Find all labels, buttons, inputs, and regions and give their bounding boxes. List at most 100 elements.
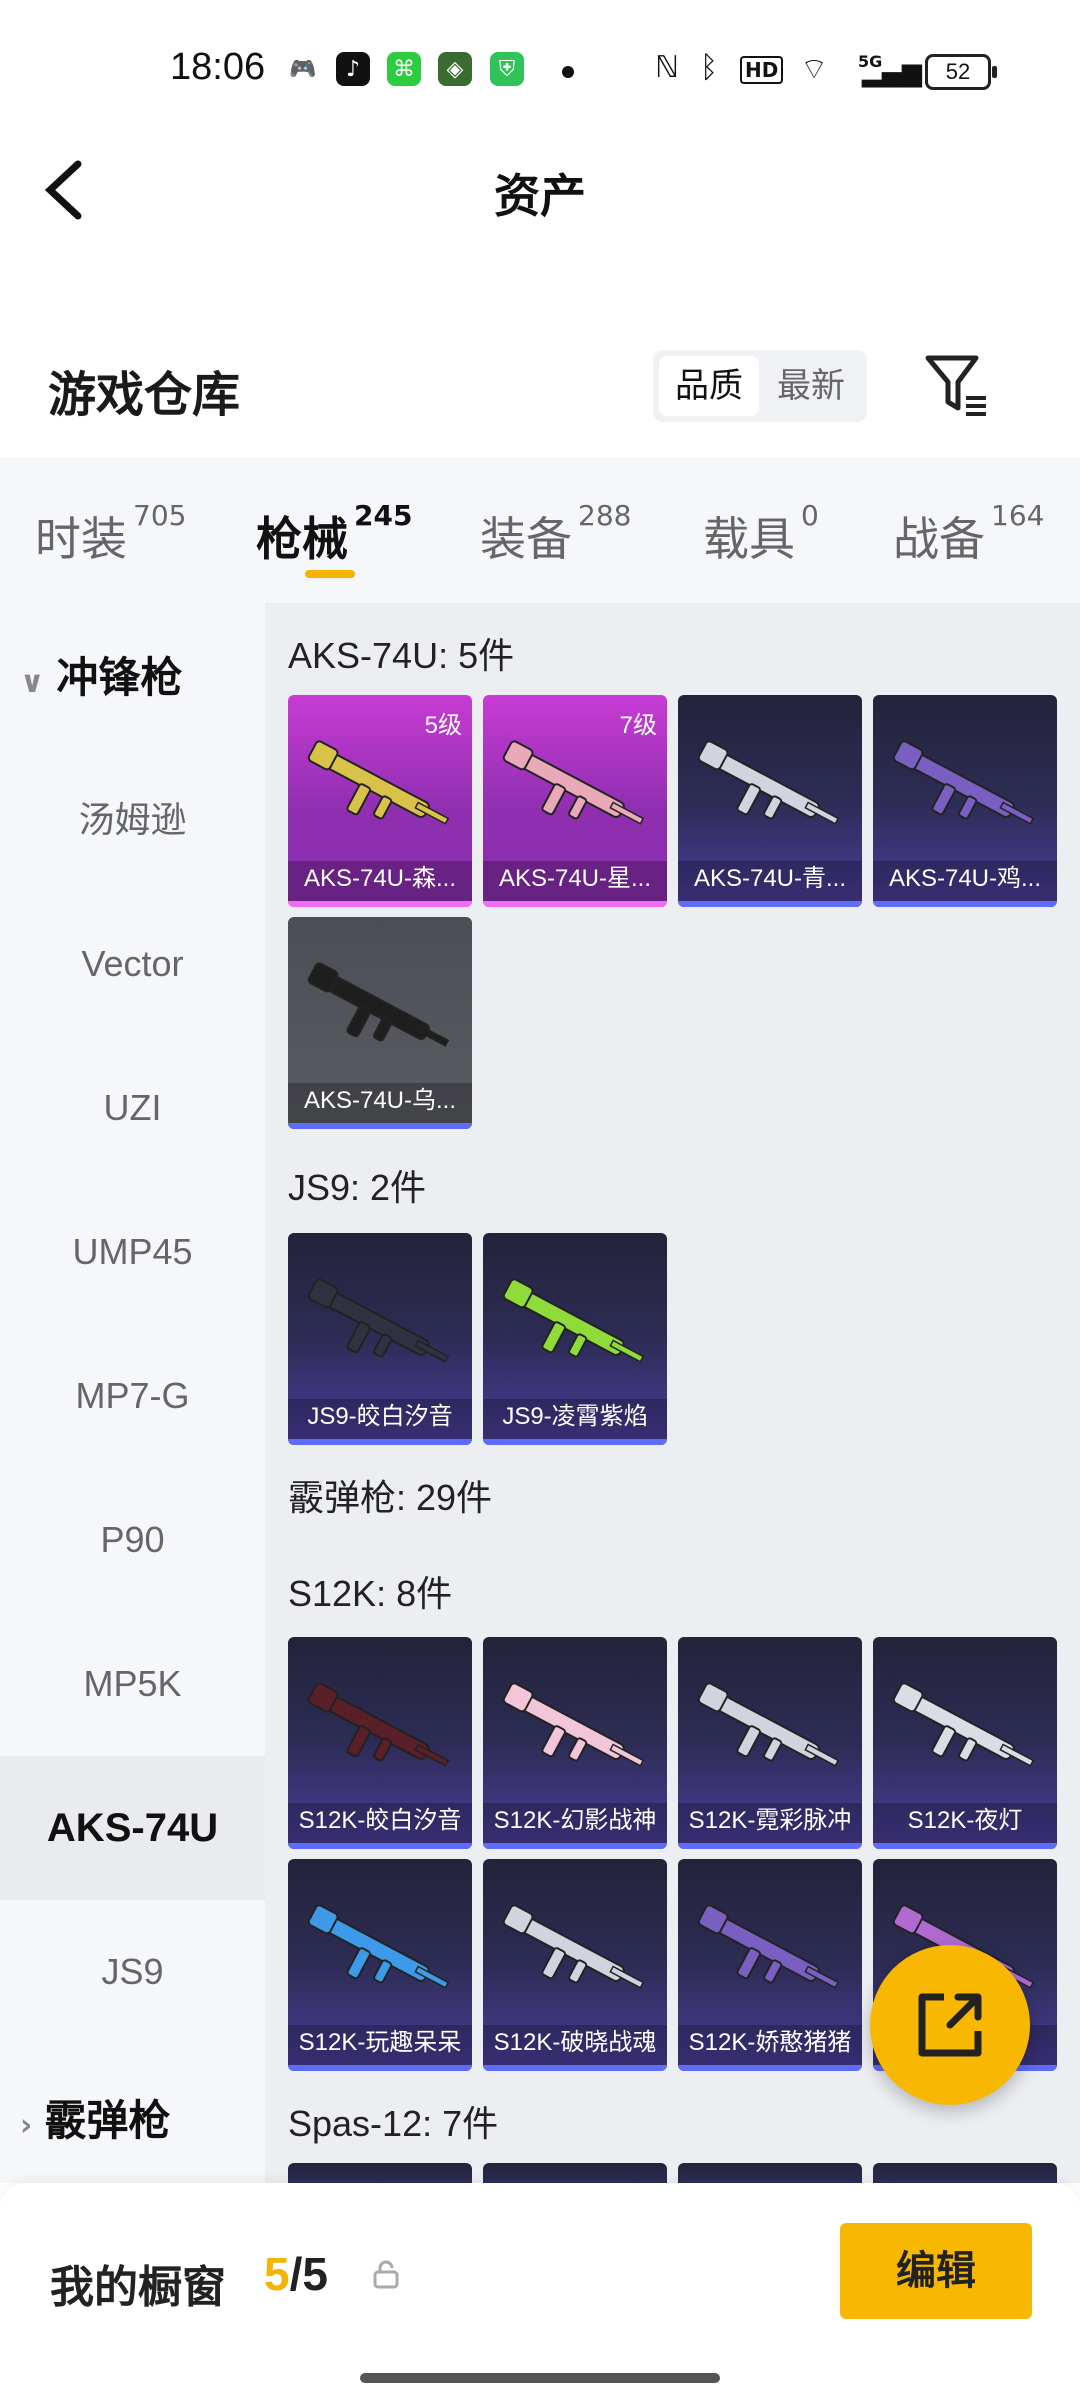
weapon-image: [307, 1278, 450, 1363]
sidebar-item[interactable]: JS9: [0, 1900, 265, 2044]
signal-icon: ▂▄▆: [862, 58, 922, 88]
sidebar-item[interactable]: UMP45: [0, 1180, 265, 1324]
weapon-card-partial[interactable]: [678, 2163, 862, 2183]
rarity-bar: [288, 1439, 472, 1445]
level-badge: 7级: [619, 712, 657, 739]
app-icon-green: ⌘: [387, 52, 421, 86]
weapon-card[interactable]: AKS-74U-青...: [678, 695, 862, 907]
weapon-card[interactable]: S12K-玩趣呆呆: [288, 1859, 472, 2071]
level-badge: 5级: [424, 712, 462, 739]
weapon-image: [502, 1682, 645, 1767]
lock-icon: [373, 2260, 399, 2289]
sidebar-item[interactable]: UZI: [0, 1036, 265, 1180]
weapon-card-partial[interactable]: [873, 2163, 1057, 2183]
sort-latest-button[interactable]: 最新: [761, 356, 861, 416]
tab-count: 245: [354, 499, 413, 532]
hd-icon: HD: [740, 56, 784, 84]
rarity-bar: [288, 2065, 472, 2071]
tab-label: 载具: [703, 512, 795, 566]
tab-count: 164: [991, 499, 1045, 532]
weapon-image: [307, 1904, 450, 1989]
weapon-card[interactable]: S12K-破晓战魂: [483, 1859, 667, 2071]
weapon-name: S12K-破晓战魂: [493, 2029, 657, 2056]
weapon-image: [697, 1682, 840, 1767]
weapon-card-partial[interactable]: [288, 2163, 472, 2183]
filter-button[interactable]: [922, 350, 992, 420]
weapon-card[interactable]: 7级 AKS-74U-星...: [483, 695, 667, 907]
sidebar-item[interactable]: MP7-G: [0, 1324, 265, 1468]
tab-supplies[interactable]: 战备 164: [893, 499, 1044, 569]
tab-fashion[interactable]: 时装 705: [35, 499, 186, 569]
sidebar-group-label: 冲锋枪: [56, 653, 183, 702]
weapon-image: [697, 1904, 840, 1989]
weapon-name: S12K-皎白汐音: [298, 1807, 462, 1834]
showcase-total: /5: [289, 2248, 328, 2300]
share-fab-button[interactable]: [870, 1945, 1030, 2105]
sidebar-item[interactable]: MP5K: [0, 1612, 265, 1756]
weapon-name: JS9-皎白汐音: [307, 1403, 453, 1430]
home-indicator: [360, 2373, 720, 2383]
weapon-card[interactable]: 5级 AKS-74U-森...: [288, 695, 472, 907]
weapon-image: [307, 962, 450, 1047]
rarity-bar: [288, 1123, 472, 1129]
weapon-card[interactable]: AKS-74U-乌...: [288, 917, 472, 1129]
status-bar: 18:06 🎮 ♪ ⌘ ◈ ⛨ ℕ ᛒ HD ⌔ 5G ▂▄▆ 52: [0, 0, 1080, 140]
wifi-icon: ⌔: [800, 52, 829, 87]
filter-icon: [925, 355, 986, 416]
sort-quality-button[interactable]: 品质: [659, 356, 759, 416]
rarity-bar: [483, 2065, 667, 2071]
weapon-name: S12K-夜灯: [907, 1807, 1023, 1834]
rarity-bar: [288, 901, 472, 907]
sidebar-group-shotgun[interactable]: › 霰弹枪: [20, 2071, 170, 2171]
edit-button[interactable]: 编辑: [840, 2223, 1032, 2319]
tab-count: 288: [578, 499, 632, 532]
weapon-image: [502, 1278, 645, 1363]
tab-count: 705: [133, 499, 187, 532]
sidebar-item[interactable]: Vector: [0, 892, 265, 1036]
weapon-card[interactable]: JS9-皎白汐音: [288, 1233, 472, 1445]
weapon-card[interactable]: S12K-霓彩脉冲: [678, 1637, 862, 1849]
weapon-name: AKS-74U-星...: [498, 865, 652, 892]
tiktok-icon: ♪: [336, 52, 370, 86]
weapon-card-partial[interactable]: [483, 2163, 667, 2183]
weapon-card[interactable]: AKS-74U-鸡...: [873, 695, 1057, 907]
status-time: 18:06: [170, 46, 266, 88]
tab-label: 时装: [35, 512, 127, 566]
tab-guns[interactable]: 枪械 245: [256, 499, 412, 569]
showcase-current: 5: [264, 2248, 290, 2300]
group-title-shotgun: 霰弹枪: 29件: [288, 1477, 493, 1518]
weapon-image: [307, 740, 450, 825]
external-link-icon: [918, 1993, 982, 2057]
rarity-bar: [678, 2065, 862, 2071]
sidebar-group-smg[interactable]: ∨ 冲锋枪: [20, 628, 182, 728]
tab-count: 0: [801, 499, 819, 532]
weapon-image: [697, 740, 840, 825]
weapon-name: JS9-凌霄紫焰: [502, 1403, 648, 1430]
sidebar-item[interactable]: 汤姆逊: [0, 748, 265, 892]
showcase-label: 我的橱窗: [50, 2262, 226, 2313]
group-title-s12k: S12K: 8件: [288, 1573, 453, 1614]
page-title: 资产: [494, 169, 586, 223]
bottom-bar: 我的橱窗 5/5 编辑: [0, 2183, 1080, 2400]
weapon-image: [892, 1682, 1035, 1767]
weapon-card[interactable]: S12K-幻影战神: [483, 1637, 667, 1849]
rarity-bar: [483, 1439, 667, 1445]
weapon-name: S12K-霓彩脉冲: [688, 1807, 852, 1834]
battery-icon: 52: [925, 54, 997, 90]
weapon-card[interactable]: S12K-娇憨猪猪: [678, 1859, 862, 2071]
rarity-bar: [288, 1843, 472, 1849]
rarity-bar: [483, 1843, 667, 1849]
rarity-bar: [483, 901, 667, 907]
weapon-card[interactable]: S12K-夜灯: [873, 1637, 1057, 1849]
sidebar-item[interactable]: P90: [0, 1468, 265, 1612]
tab-label: 战备: [893, 512, 985, 566]
rarity-bar: [873, 901, 1057, 907]
weapon-name: AKS-74U-鸡...: [888, 865, 1042, 892]
weapon-image: [502, 740, 645, 825]
group-title-js9: JS9: 2件: [288, 1167, 427, 1208]
weapon-card[interactable]: JS9-凌霄紫焰: [483, 1233, 667, 1445]
sidebar-item-active[interactable]: AKS-74U: [0, 1756, 265, 1900]
weapon-card[interactable]: S12K-皎白汐音: [288, 1637, 472, 1849]
tab-vehicles[interactable]: 载具 0: [703, 499, 819, 569]
tab-equipment[interactable]: 装备 288: [480, 499, 631, 569]
